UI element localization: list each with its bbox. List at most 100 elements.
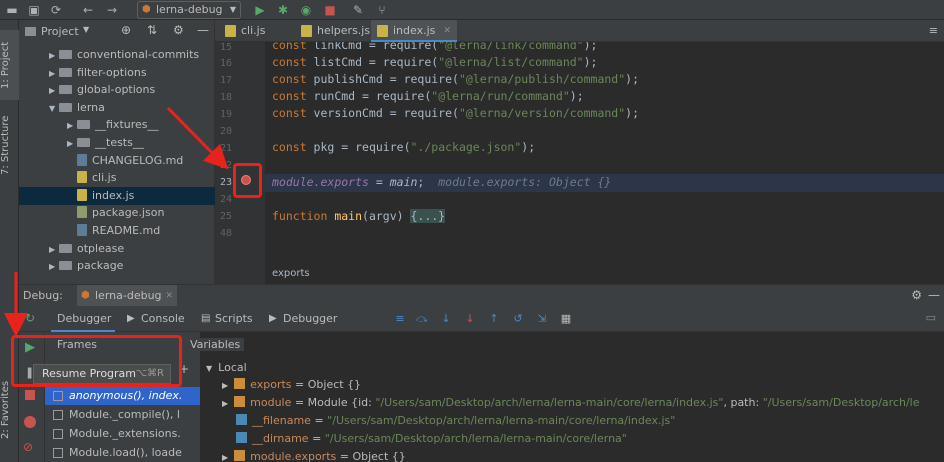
tab-debugger-console[interactable]: ▶Debugger Console <box>267 306 375 351</box>
coverage-icon[interactable]: ◉ <box>298 2 314 18</box>
tree-item[interactable]: package.json <box>19 204 215 222</box>
variable-row[interactable]: __dirname = "/Users/sam/Desktop/arch/ler… <box>236 430 627 448</box>
tab-index-js[interactable]: index.js ✕ <box>371 20 457 42</box>
variable-row[interactable]: ▶ module = Module {id: "/Users/sam/Deskto… <box>222 394 920 412</box>
run-icon[interactable]: ▶ <box>252 2 268 18</box>
debug-title: Debug: <box>23 289 63 302</box>
structure-tool-tab[interactable]: 7: Structure <box>0 110 19 180</box>
back-icon[interactable]: ← <box>80 2 96 18</box>
gear-icon[interactable]: ⚙ <box>173 23 184 37</box>
hide-icon[interactable]: — <box>928 288 940 302</box>
editor-menu-icon[interactable]: ≡ <box>929 24 938 37</box>
left-tool-strip: 1: Project 7: Structure 2: Favorites <box>0 20 19 462</box>
frame-item[interactable]: Module._extensions. <box>45 425 200 443</box>
folder-icon[interactable]: ▬ <box>4 2 20 18</box>
tree-item[interactable]: index.js <box>19 186 215 205</box>
code-line: const publishCmd = require("@lerna/publi… <box>272 72 639 86</box>
folder-icon <box>59 85 72 95</box>
collapse-icon[interactable]: ⇅ <box>147 23 157 37</box>
tab-console[interactable]: ▶ Console <box>125 306 185 332</box>
variable-row[interactable]: __filename = "/Users/sam/Desktop/arch/le… <box>236 412 675 430</box>
object-icon <box>234 450 246 461</box>
rerun-icon[interactable]: ↻ <box>25 311 35 325</box>
js-file-icon <box>77 188 87 201</box>
object-icon <box>234 378 246 389</box>
code-editor[interactable]: const linkCmd = require("@lerna/link/com… <box>265 42 944 284</box>
frame-item[interactable]: Module.load(), loade <box>45 444 200 462</box>
tree-item[interactable]: ▼ lerna <box>19 99 215 117</box>
forward-icon[interactable]: → <box>104 2 120 18</box>
restore-layout-icon[interactable]: ▭ <box>926 311 936 324</box>
line-number: 18 <box>219 92 232 103</box>
chevron-right-icon[interactable]: ▶ <box>49 47 59 65</box>
sync-icon[interactable]: ⟳ <box>48 2 64 18</box>
mute-breakpoints-icon[interactable]: ⊘ <box>23 440 33 454</box>
gear-icon[interactable]: ⚙ <box>911 288 922 302</box>
stop-icon[interactable] <box>25 390 35 400</box>
project-tool-tab[interactable]: 1: Project <box>0 30 19 100</box>
console-icon: ▶ <box>269 313 277 324</box>
chevron-right-icon: ▶ <box>222 399 229 408</box>
project-icon <box>25 27 36 36</box>
save-icon[interactable]: ▣ <box>26 2 42 18</box>
tree-item[interactable]: ▶ filter-options <box>19 64 215 82</box>
tree-item[interactable]: ▶ global-options <box>19 81 215 99</box>
run-config-selector[interactable]: ⬢ lerna-debug ▼ <box>137 1 241 19</box>
chevron-down-icon[interactable]: ▼ <box>83 25 89 34</box>
tree-item[interactable]: ▶ package <box>19 257 215 275</box>
chevron-right-icon[interactable]: ▶ <box>49 241 59 259</box>
step-out-icon[interactable]: ↑ <box>487 312 501 326</box>
evaluate-icon[interactable]: ▦ <box>559 312 573 326</box>
frame-item[interactable]: anonymous(), index. <box>45 387 200 405</box>
folder-icon <box>59 102 72 112</box>
tree-item[interactable]: ▶ __tests__ <box>19 134 215 152</box>
tab-cli-js[interactable]: cli.js <box>219 20 277 42</box>
stop-icon[interactable]: ■ <box>322 2 338 18</box>
chevron-right-icon[interactable]: ▶ <box>49 82 59 100</box>
show-execution-point-icon[interactable]: ≡ <box>393 312 407 326</box>
chevron-right-icon: ▶ <box>222 381 229 390</box>
tree-item[interactable]: ▶ __fixtures__ <box>19 116 215 134</box>
tree-item[interactable]: CHANGELOG.md <box>19 152 215 170</box>
variable-row[interactable]: ▶ module.exports = Object {} <box>222 448 406 462</box>
md-file-icon <box>77 153 87 166</box>
vcs-icon[interactable]: ⑂ <box>374 2 390 18</box>
chevron-right-icon[interactable]: ▶ <box>67 117 77 135</box>
folder-icon <box>59 50 72 59</box>
breakpoint-highlight-box <box>233 163 262 198</box>
chevron-right-icon[interactable]: ▶ <box>67 135 77 153</box>
project-title[interactable]: Project <box>41 25 79 38</box>
debug-icon[interactable]: ✱ <box>275 2 291 18</box>
frame-item[interactable]: Module._compile(), l <box>45 406 200 424</box>
chevron-right-icon[interactable]: ▶ <box>49 258 59 276</box>
folded-region[interactable]: {...} <box>410 209 446 223</box>
tree-item-label: global-options <box>77 83 156 97</box>
tree-item[interactable]: ▶ conventional-commits <box>19 46 215 64</box>
view-breakpoints-icon[interactable] <box>24 416 36 428</box>
chevron-down-icon[interactable]: ▼ <box>49 100 59 118</box>
tree-item[interactable]: ▶ otplease <box>19 240 215 258</box>
wrench-icon[interactable]: ✎ <box>350 2 366 18</box>
step-over-icon[interactable]: ⤼ <box>415 312 429 326</box>
tab-scripts[interactable]: ▤ Scripts <box>199 306 255 332</box>
step-into-icon[interactable]: ↓ <box>439 312 453 326</box>
debug-config-tab[interactable]: ⬢ lerna-debug ✕ <box>77 285 177 307</box>
force-step-into-icon[interactable]: ↓ <box>463 312 477 326</box>
run-to-cursor-icon[interactable]: ⇲ <box>535 312 549 326</box>
tree-item[interactable]: README.md <box>19 222 215 240</box>
variable-row[interactable]: ▶ exports = Object {} <box>222 376 361 394</box>
hide-icon[interactable]: — <box>197 23 209 37</box>
project-panel: Project ▼ ⊕ ⇅ ⚙ — ▶ conventional-commits ▶… <box>19 20 215 284</box>
chevron-right-icon[interactable]: ▶ <box>49 65 59 83</box>
breadcrumb[interactable]: exports <box>272 268 310 279</box>
close-icon[interactable]: ✕ <box>165 285 173 307</box>
scope-row[interactable]: ▼ Local <box>206 359 247 377</box>
tab-debugger[interactable]: Debugger <box>51 306 115 332</box>
crosshair-icon[interactable]: ⊕ <box>121 23 131 37</box>
resume-highlight-box <box>11 335 182 387</box>
close-icon[interactable]: ✕ <box>443 20 451 42</box>
string-icon <box>236 432 247 443</box>
tree-item[interactable]: cli.js <box>19 169 215 187</box>
restart-frame-icon[interactable]: ↺ <box>511 312 525 326</box>
node-icon: ⬢ <box>142 4 151 15</box>
